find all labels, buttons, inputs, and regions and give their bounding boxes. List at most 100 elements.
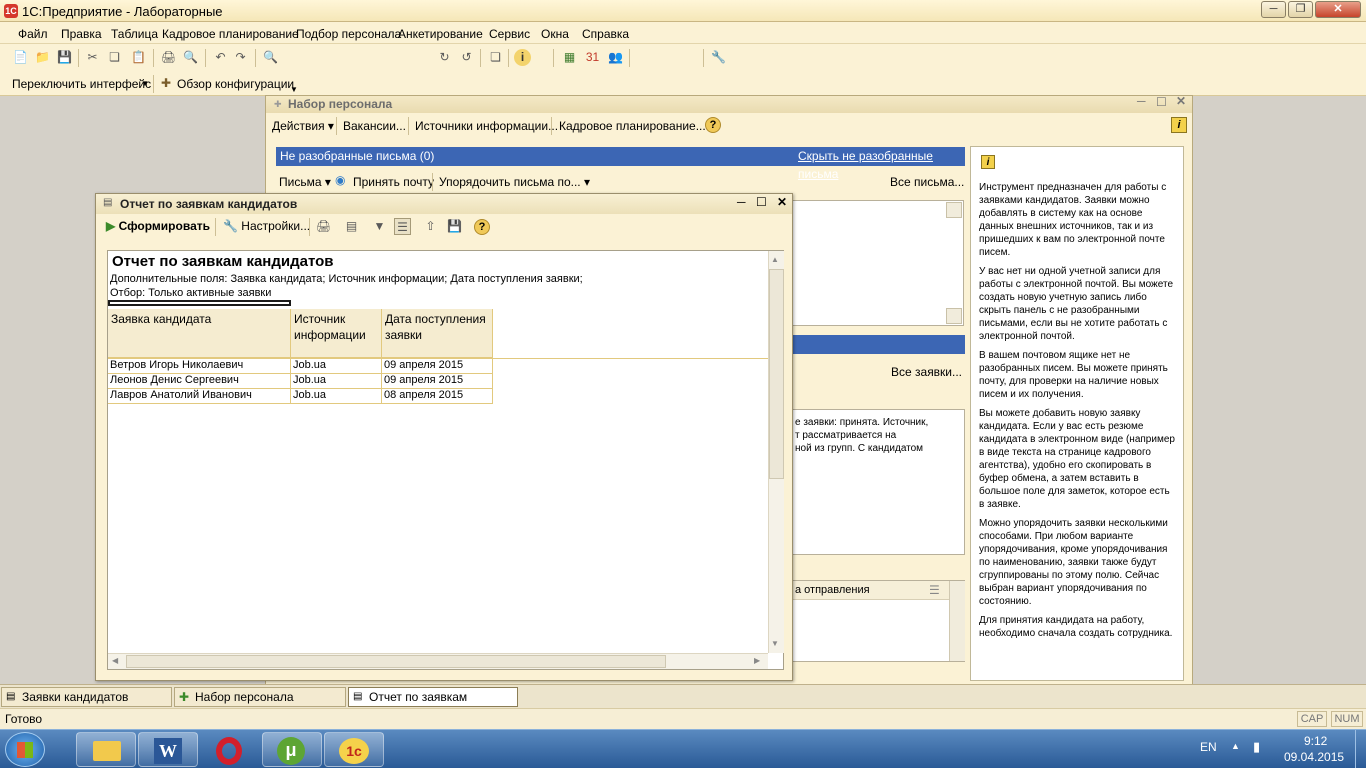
menu-service[interactable]: Сервис [489, 27, 530, 41]
new-doc-icon[interactable]: 📄 [12, 49, 29, 66]
menu-survey[interactable]: Анкетирование [398, 27, 483, 41]
requests-table[interactable]: а отправления ☰ [786, 580, 965, 662]
config-dropdown-icon[interactable]: ▼ [290, 85, 298, 94]
switch-interface-button[interactable]: Переключить интерфейс [12, 77, 151, 91]
table-row-name[interactable]: Леонов Денис Сергеевич [108, 374, 291, 389]
report-close-button[interactable]: ✕ [777, 195, 787, 209]
nabor-minimize-button[interactable]: ─ [1137, 94, 1146, 108]
report-heading: Отчет по заявкам кандидатов [112, 253, 334, 270]
undo-icon[interactable]: ↶ [212, 49, 229, 66]
show-desktop-button[interactable] [1355, 730, 1366, 768]
letters-scroll-down[interactable] [946, 308, 962, 324]
horizontal-scrollbar[interactable]: ◀ ▶ [108, 653, 768, 669]
tools-icon[interactable]: 🔧 [710, 49, 727, 66]
actions-menu[interactable]: Действия ▾ [272, 119, 334, 133]
search-next-icon[interactable]: ↻ [436, 49, 453, 66]
window-tabs: ▤ Заявки кандидатов ✚ Набор персонала ▤ Отч… [0, 684, 1366, 722]
scroll-thumb[interactable] [769, 269, 784, 479]
tab-candidate-requests[interactable]: ▤ Заявки кандидатов [1, 687, 172, 707]
info-sources-button[interactable]: Источники информации... [415, 119, 558, 133]
export-icon[interactable]: ⇧ [422, 218, 439, 235]
users-icon[interactable]: 👥 [607, 49, 624, 66]
requests-scrollbar[interactable] [949, 581, 965, 661]
receive-mail-button[interactable]: Принять почту [353, 175, 434, 189]
menu-recruitment[interactable]: Подбор персонала [296, 27, 401, 41]
clock-time[interactable]: 9:12 [1304, 734, 1327, 748]
sort-letters-menu[interactable]: Упорядочить письма по... ▾ [439, 175, 590, 189]
all-letters-button[interactable]: Все письма... [890, 175, 964, 189]
1c-taskbar-icon[interactable]: 1c [324, 732, 384, 767]
all-requests-button[interactable]: Все заявки... [891, 365, 962, 379]
nabor-close-button[interactable]: ✕ [1176, 94, 1186, 108]
table-row-date[interactable]: 08 апреля 2015 [382, 389, 493, 404]
filter-icon[interactable]: ☰ [929, 583, 940, 597]
table-row-source[interactable]: Job.ua [291, 374, 382, 389]
clock-date[interactable]: 09.04.2015 [1284, 750, 1344, 764]
save-icon[interactable]: 💾 [56, 49, 73, 66]
calendar-icon[interactable]: 31 [584, 49, 601, 66]
help-icon[interactable]: ? [474, 219, 490, 235]
table-view-icon[interactable]: ☰ [394, 218, 411, 235]
generate-button[interactable]: ▶ Сформировать [106, 219, 210, 233]
print-preview-icon[interactable]: 🔍 [182, 49, 199, 66]
copy-icon[interactable]: ❏ [106, 49, 123, 66]
table-row-source[interactable]: Job.ua [291, 389, 382, 404]
report-type-icon[interactable]: ▤ [343, 218, 360, 235]
utorrent-taskbar-icon[interactable]: μ [262, 732, 322, 767]
language-indicator[interactable]: EN [1200, 740, 1217, 754]
menu-edit[interactable]: Правка [61, 27, 102, 41]
letters-scroll-up[interactable] [946, 202, 962, 218]
minimize-button[interactable]: ─ [1261, 1, 1286, 18]
table-row-name[interactable]: Ветров Игорь Николаевич [108, 359, 291, 374]
restore-button[interactable]: ❐ [1288, 1, 1313, 18]
tab-recruitment[interactable]: ✚ Набор персонала [174, 687, 346, 707]
start-button[interactable] [5, 732, 45, 767]
switch-interface-dropdown-icon[interactable]: ▼ [141, 79, 149, 88]
word-taskbar-icon[interactable]: W [138, 732, 198, 767]
table-row-source[interactable]: Job.ua [291, 359, 382, 374]
settings-button[interactable]: 🔧 Настройки... [223, 219, 310, 233]
hr-planning-button[interactable]: Кадровое планирование... [559, 119, 706, 133]
help-paragraph: Вы можете добавить новую заявку кандидат… [979, 408, 1175, 510]
menu-file[interactable]: Файл [18, 27, 48, 41]
save-report-icon[interactable]: 💾 [446, 218, 463, 235]
status-text: Готово [5, 712, 43, 726]
help-icon[interactable]: ? [705, 117, 721, 133]
cut-icon[interactable]: ✂ [84, 49, 101, 66]
report-maximize-button[interactable]: ☐ [756, 195, 767, 209]
menu-table[interactable]: Таблица [111, 27, 158, 41]
open-folder-icon[interactable]: 📁 [34, 49, 51, 66]
explorer-taskbar-icon[interactable] [76, 732, 136, 767]
tab-report[interactable]: ▤Отчет по заявкам кандидат... [348, 687, 518, 722]
config-overview-button[interactable]: Обзор конфигурации [177, 77, 294, 91]
find-icon[interactable]: 🔍 [262, 49, 279, 66]
letters-list[interactable] [786, 200, 964, 326]
table-row-name[interactable]: Лавров Анатолий Иванович [108, 389, 291, 404]
close-button[interactable]: ✕ [1315, 1, 1361, 18]
report-minimize-button[interactable]: ─ [737, 195, 746, 209]
menu-hr-planning[interactable]: Кадровое планирование [162, 27, 299, 41]
windows-icon[interactable]: ❏ [487, 49, 504, 66]
opera-taskbar-icon[interactable] [200, 732, 260, 767]
selected-cell[interactable] [108, 300, 291, 306]
help-panel-toggle-icon[interactable]: i [1171, 117, 1187, 133]
info-icon[interactable]: i [514, 49, 531, 66]
search-prev-icon[interactable]: ↺ [458, 49, 475, 66]
print-icon[interactable]: 🖨 [160, 49, 177, 66]
print-icon[interactable]: 🖨 [315, 218, 332, 235]
network-icon[interactable]: ▮ [1253, 739, 1260, 755]
h-scroll-thumb[interactable] [126, 655, 666, 668]
table-row-date[interactable]: 09 апреля 2015 [382, 359, 493, 374]
paste-icon[interactable]: 📋 [130, 49, 147, 66]
calculator-icon[interactable]: ▦ [561, 49, 578, 66]
redo-icon[interactable]: ↷ [232, 49, 249, 66]
filter-settings-icon[interactable]: ▼ [371, 218, 388, 235]
table-row-date[interactable]: 09 апреля 2015 [382, 374, 493, 389]
menu-help[interactable]: Справка [582, 27, 629, 41]
menu-windows[interactable]: Окна [541, 27, 569, 41]
vertical-scrollbar[interactable]: ▲ ▼ [768, 251, 784, 653]
tray-expand-icon[interactable]: ▲ [1231, 741, 1240, 751]
letters-menu[interactable]: Письма ▾ [279, 175, 331, 189]
nabor-maximize-button[interactable]: ☐ [1156, 95, 1167, 109]
vacancies-button[interactable]: Вакансии... [343, 119, 406, 133]
